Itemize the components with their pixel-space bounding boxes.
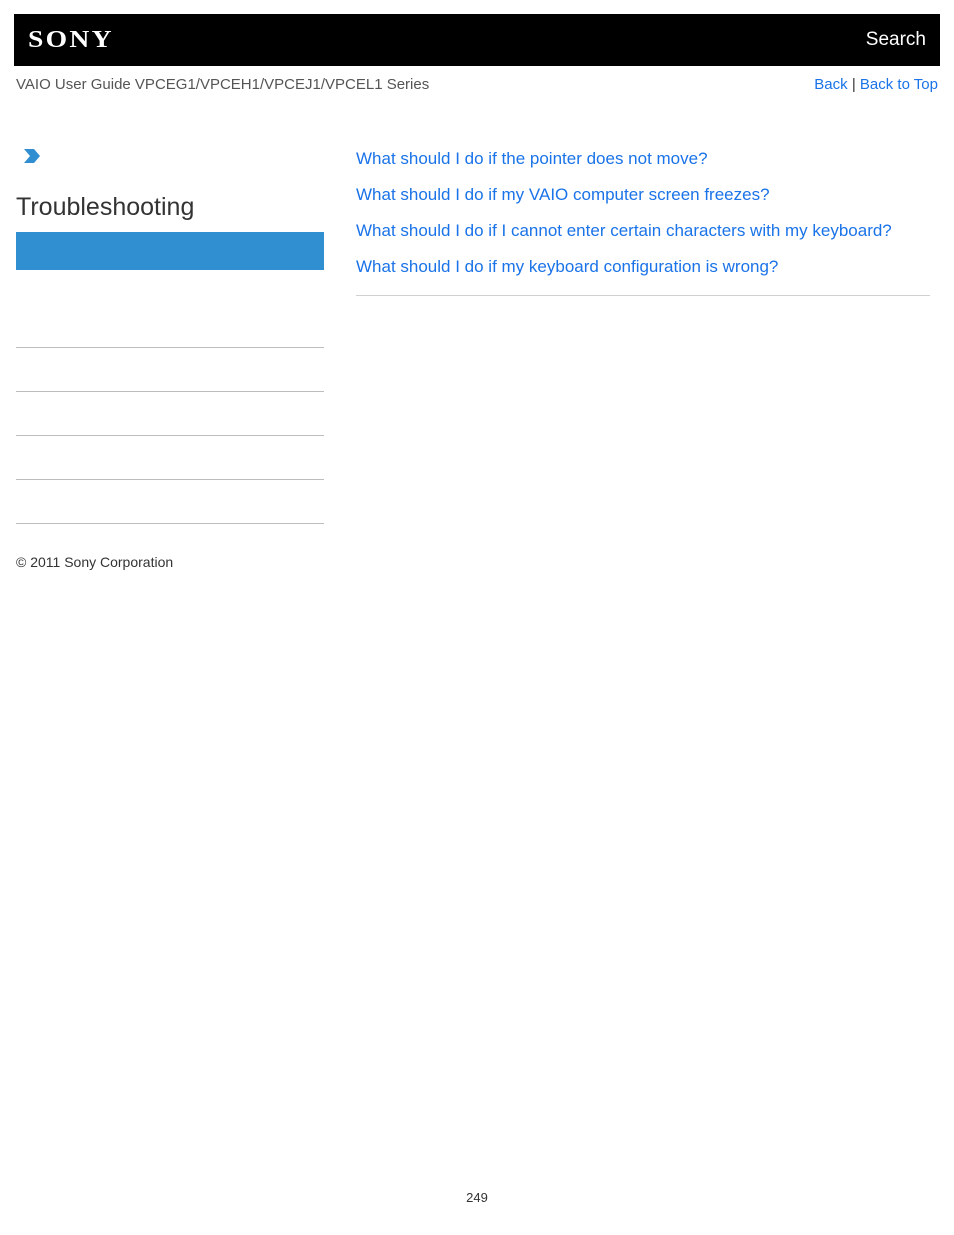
faq-link[interactable]: What should I do if the pointer does not… xyxy=(356,149,708,168)
top-bar: SONY Search xyxy=(14,14,940,66)
nav-links: Back | Back to Top xyxy=(814,76,938,93)
separator: | xyxy=(848,76,860,93)
guide-title: VAIO User Guide VPCEG1/VPCEH1/VPCEJ1/VPC… xyxy=(16,76,429,93)
content-area: What should I do if the pointer does not… xyxy=(324,149,940,524)
chevron-right-icon xyxy=(16,149,324,163)
sidebar-nav-rows xyxy=(16,304,324,524)
section-title: Troubleshooting xyxy=(16,193,324,232)
sidebar-highlight[interactable] xyxy=(16,232,324,270)
content-divider xyxy=(356,295,930,296)
sidebar-item[interactable] xyxy=(16,304,324,348)
faq-item: What should I do if I cannot enter certa… xyxy=(356,221,930,241)
sidebar-item[interactable] xyxy=(16,436,324,480)
faq-item: What should I do if my keyboard configur… xyxy=(356,257,930,277)
back-link[interactable]: Back xyxy=(814,76,847,93)
faq-item: What should I do if my VAIO computer scr… xyxy=(356,185,930,205)
sub-header: VAIO User Guide VPCEG1/VPCEH1/VPCEJ1/VPC… xyxy=(14,66,940,105)
sidebar-item[interactable] xyxy=(16,480,324,524)
faq-link[interactable]: What should I do if my VAIO computer scr… xyxy=(356,185,770,204)
faq-item: What should I do if the pointer does not… xyxy=(356,149,930,169)
copyright: © 2011 Sony Corporation xyxy=(14,524,940,570)
sidebar-item[interactable] xyxy=(16,348,324,392)
back-to-top-link[interactable]: Back to Top xyxy=(860,76,938,93)
page-number: 249 xyxy=(0,1190,954,1205)
faq-list: What should I do if the pointer does not… xyxy=(356,149,930,277)
main-content: Troubleshooting What should I do if the … xyxy=(14,105,940,524)
faq-link[interactable]: What should I do if I cannot enter certa… xyxy=(356,221,892,240)
faq-link[interactable]: What should I do if my keyboard configur… xyxy=(356,257,778,276)
sony-logo: SONY xyxy=(28,27,114,54)
sidebar-item[interactable] xyxy=(16,392,324,436)
sidebar: Troubleshooting xyxy=(14,149,324,524)
search-link[interactable]: Search xyxy=(866,29,926,51)
